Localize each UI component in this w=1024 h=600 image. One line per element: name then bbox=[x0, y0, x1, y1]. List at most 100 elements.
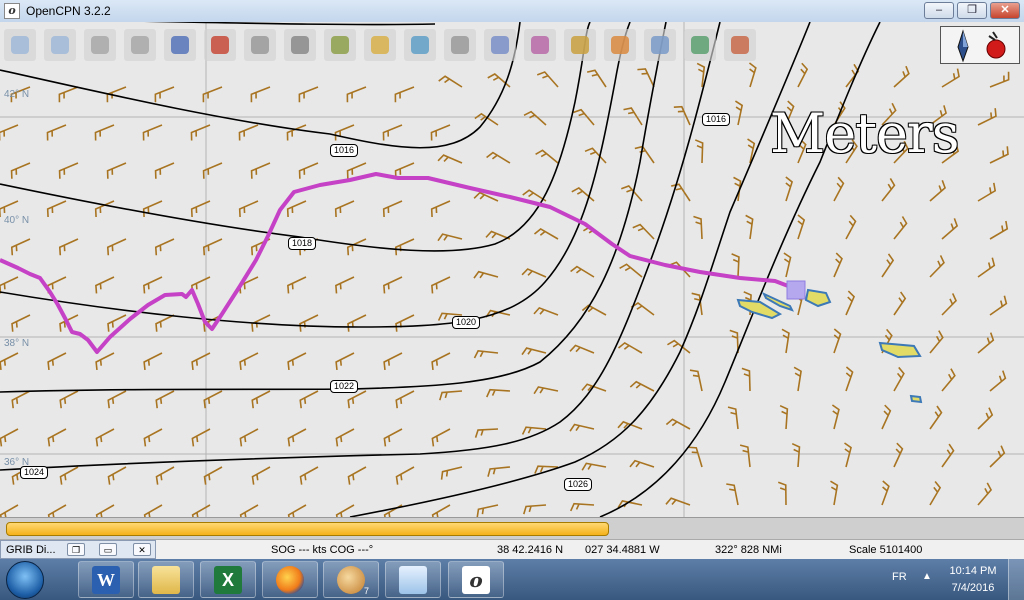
wind-barb bbox=[665, 418, 691, 430]
wind-barb bbox=[929, 180, 947, 202]
wind-barb bbox=[437, 233, 463, 242]
restore-icon[interactable]: ❐ bbox=[67, 543, 85, 556]
track-icon[interactable] bbox=[524, 29, 556, 61]
wind-barb bbox=[238, 124, 259, 141]
excel-icon[interactable]: X bbox=[200, 561, 256, 598]
wind-barb bbox=[239, 428, 259, 447]
wind-barb bbox=[535, 149, 559, 164]
wind-barb bbox=[287, 276, 307, 294]
measure-icon[interactable] bbox=[324, 29, 356, 61]
wind-barb bbox=[382, 124, 403, 141]
opencpn-icon[interactable]: o bbox=[448, 561, 504, 598]
wind-barb bbox=[298, 162, 319, 179]
help-icon[interactable] bbox=[644, 29, 676, 61]
wind-barb bbox=[667, 339, 691, 354]
tray-expand-icon[interactable]: ▲ bbox=[922, 571, 932, 582]
scale-out-icon[interactable] bbox=[124, 29, 156, 61]
wind-barb bbox=[431, 428, 451, 447]
route-icon[interactable] bbox=[164, 29, 196, 61]
minimize-button[interactable]: ‒ bbox=[924, 2, 954, 19]
route-glyph bbox=[171, 36, 189, 54]
clock-time[interactable]: 10:14 PM bbox=[948, 565, 998, 577]
chart-icon[interactable] bbox=[364, 29, 396, 61]
firefox-icon[interactable] bbox=[262, 561, 318, 598]
wind-barb bbox=[569, 344, 595, 354]
zoom-in-glyph bbox=[11, 36, 29, 54]
wind-barb bbox=[830, 480, 839, 506]
wind-barb bbox=[11, 314, 31, 332]
compass-widget[interactable] bbox=[940, 26, 1020, 64]
azores-islands bbox=[736, 288, 923, 404]
scale-in-glyph bbox=[91, 36, 109, 54]
wind-barb bbox=[893, 65, 910, 88]
wind-barb bbox=[287, 428, 307, 447]
zoom-out-icon[interactable] bbox=[44, 29, 76, 61]
wind-barb bbox=[533, 228, 559, 240]
wind-barb bbox=[239, 504, 259, 517]
wind-barb bbox=[347, 466, 367, 485]
grib-icon[interactable] bbox=[684, 29, 716, 61]
wind-barb bbox=[47, 428, 67, 447]
grib-dialog-tab[interactable]: GRIB Di... ❐ ▭ ✕ bbox=[0, 540, 156, 559]
color-scheme-icon[interactable] bbox=[564, 29, 596, 61]
settings-icon[interactable] bbox=[244, 29, 276, 61]
language-indicator[interactable]: FR bbox=[892, 571, 907, 583]
wind-barb bbox=[286, 200, 307, 218]
close-icon[interactable]: ✕ bbox=[133, 543, 151, 556]
show-desktop-button[interactable] bbox=[1008, 559, 1024, 600]
wind-barb bbox=[335, 428, 355, 447]
wind-barb bbox=[734, 100, 744, 126]
mob-icon[interactable] bbox=[604, 29, 636, 61]
paint-icon[interactable]: 7 bbox=[323, 561, 379, 598]
chart-canvas[interactable]: 42° N 40° N 38° N 36° N 1016 1016 1018 1… bbox=[0, 22, 1024, 517]
print-icon[interactable] bbox=[444, 29, 476, 61]
sog-cog-readout: SOG --- kts COG ---° bbox=[271, 544, 374, 556]
isobar-label: 1016 bbox=[702, 113, 731, 126]
wind-barb bbox=[637, 68, 655, 88]
help-glyph bbox=[651, 36, 669, 54]
start-orb-icon[interactable] bbox=[6, 561, 44, 599]
wind-barb bbox=[929, 481, 942, 506]
wind-barb bbox=[382, 200, 403, 218]
close-button[interactable]: ✕ bbox=[990, 2, 1020, 19]
wind-barb bbox=[347, 314, 367, 332]
text-icon[interactable] bbox=[284, 29, 316, 61]
wind-barb bbox=[989, 220, 1009, 240]
grib-progress-bar[interactable] bbox=[6, 522, 609, 536]
wind-barb bbox=[238, 200, 259, 218]
wind-barb bbox=[485, 309, 511, 318]
ship-icon[interactable] bbox=[204, 29, 236, 61]
clock-date[interactable]: 7/4/2016 bbox=[944, 582, 1002, 594]
route-manager-icon[interactable] bbox=[484, 29, 516, 61]
word-icon[interactable]: W bbox=[78, 561, 134, 598]
wind-barb bbox=[59, 390, 79, 409]
zoom-in-icon[interactable] bbox=[4, 29, 36, 61]
opencpn-logo-icon: o bbox=[4, 3, 20, 19]
wind-barb bbox=[881, 178, 896, 202]
chart-glyph bbox=[371, 36, 389, 54]
file-explorer-icon[interactable] bbox=[138, 561, 194, 598]
wind-barb bbox=[729, 329, 739, 354]
restore-button[interactable]: ❐ bbox=[957, 2, 987, 19]
wind-barb bbox=[630, 302, 655, 316]
boat-marker bbox=[786, 280, 806, 300]
paint-window-count: 7 bbox=[364, 586, 370, 596]
wind-barb bbox=[929, 405, 943, 430]
wind-barb bbox=[748, 62, 757, 88]
wind-barb bbox=[586, 69, 607, 88]
wind-barb bbox=[977, 407, 994, 430]
gps-status-icon bbox=[986, 31, 1006, 59]
scale-in-icon[interactable] bbox=[84, 29, 116, 61]
wind-barb bbox=[473, 349, 499, 359]
notepad-icon[interactable] bbox=[385, 561, 441, 598]
wind-barb bbox=[154, 162, 175, 179]
wind-barb bbox=[299, 314, 319, 332]
wind-barb bbox=[251, 390, 271, 409]
chart-scale: Scale 5101400 bbox=[849, 544, 923, 556]
maximize-icon[interactable]: ▭ bbox=[99, 543, 117, 556]
wind-barb bbox=[346, 86, 367, 103]
tide-icon[interactable] bbox=[404, 29, 436, 61]
wind-barb bbox=[394, 238, 415, 256]
wind-barb bbox=[58, 162, 79, 179]
dashboard-icon[interactable] bbox=[724, 29, 756, 61]
